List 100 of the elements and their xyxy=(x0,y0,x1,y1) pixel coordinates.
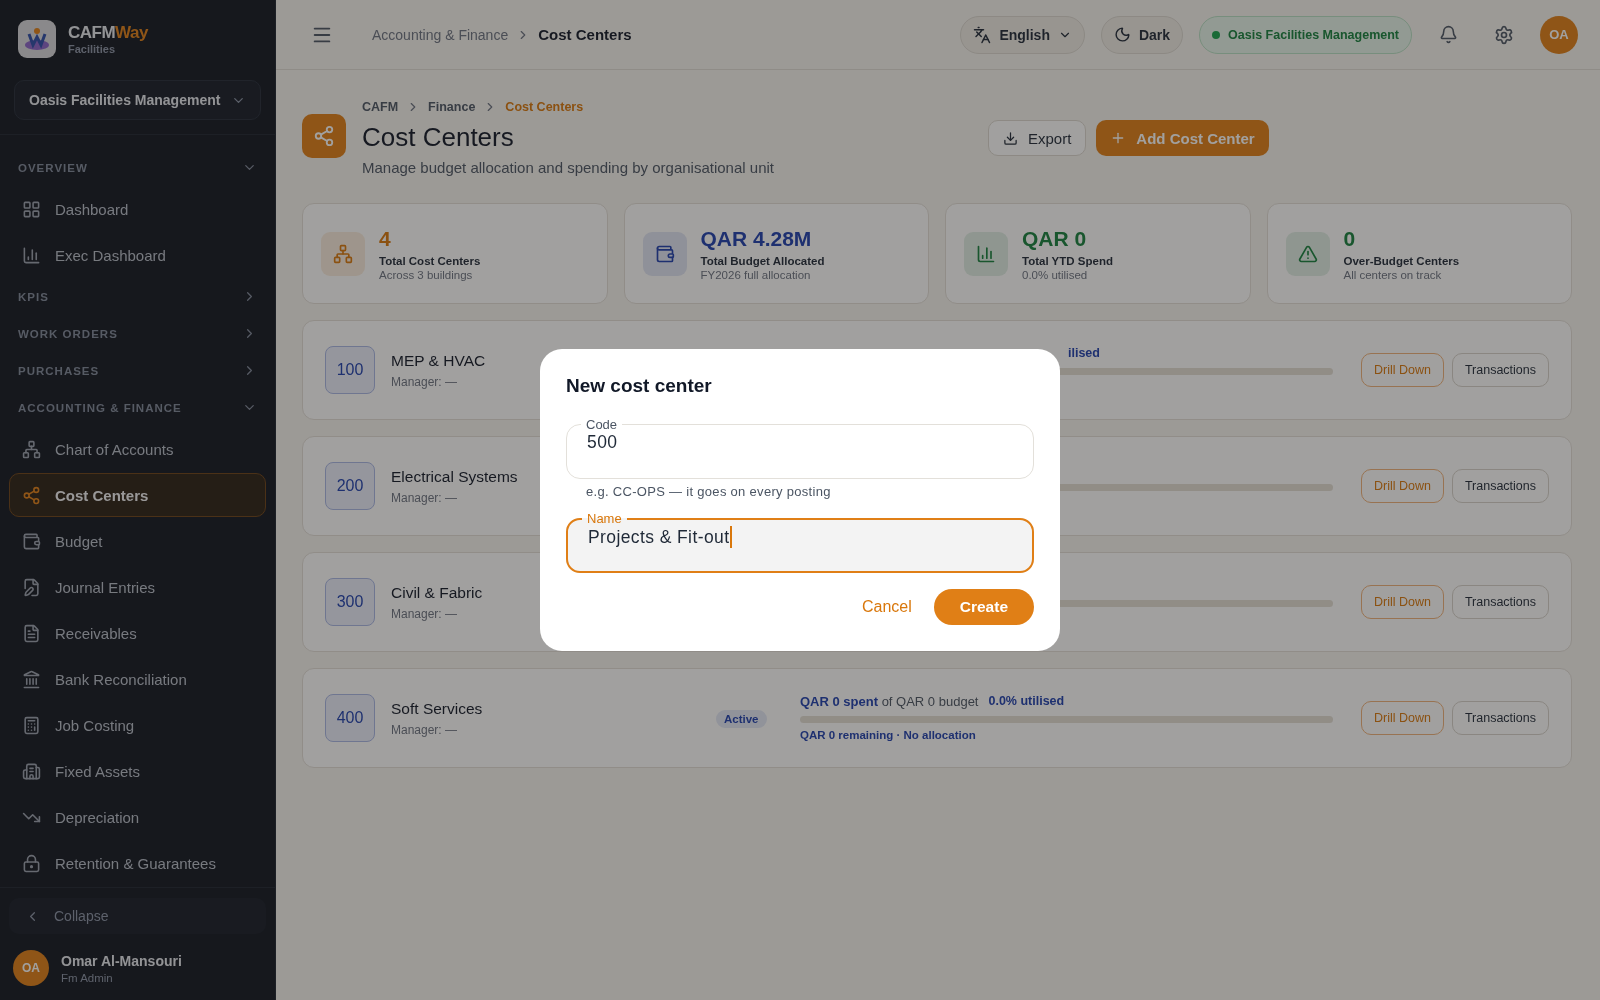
drill-down-button[interactable]: Drill Down xyxy=(1360,585,1444,619)
warning-icon xyxy=(1297,243,1318,264)
status-dot xyxy=(1212,30,1221,39)
network-icon xyxy=(22,485,41,505)
cost-center-name: Soft Services xyxy=(391,699,483,718)
manager-label: Manager: — xyxy=(391,722,458,737)
settings-icon xyxy=(1494,24,1514,45)
bell-icon xyxy=(1438,25,1458,44)
manager-label: Manager: — xyxy=(391,374,458,389)
stat-caption: FY2026 full allocation xyxy=(700,268,812,281)
language-select[interactable]: English xyxy=(960,15,1085,54)
stat-value: 4 xyxy=(379,226,392,251)
breadcrumb-item: Cost Centers xyxy=(538,26,632,43)
breadcrumb-item[interactable]: Accounting & Finance xyxy=(372,26,509,43)
cost-center-code: 300 xyxy=(325,578,375,626)
network-icon xyxy=(302,114,346,158)
cost-center-name: Electrical Systems xyxy=(391,467,518,486)
brand-name: CAFMWay xyxy=(68,23,148,42)
grid-icon xyxy=(22,199,41,219)
bar-chart-icon xyxy=(22,245,41,265)
stat-label: Total YTD Spend xyxy=(1022,254,1113,267)
nav-section[interactable]: KPIS xyxy=(9,278,266,315)
breadcrumb-item: Cost Centers xyxy=(505,100,584,114)
drill-down-button[interactable]: Drill Down xyxy=(1360,469,1444,503)
nav-section[interactable]: OVERVIEW xyxy=(9,149,266,186)
nav-section[interactable]: PURCHASES xyxy=(9,352,266,389)
nav-item[interactable]: Depreciation xyxy=(9,795,266,839)
nav-section[interactable]: WORK ORDERS xyxy=(9,315,266,352)
organization-select[interactable]: Oasis Facilities Management xyxy=(14,80,261,120)
stat-value: QAR 4.28M xyxy=(700,226,813,251)
status-badge: Active xyxy=(716,709,767,728)
create-button[interactable]: Create xyxy=(933,589,1034,625)
text-field[interactable]: Name Projects & Fit-out xyxy=(566,511,1034,573)
utilisation-text: ilised xyxy=(1068,345,1100,362)
building-icon xyxy=(22,761,41,781)
utilisation-text: 0.0% utilised xyxy=(988,693,1065,710)
stat-caption: 0.0% utilised xyxy=(1022,268,1089,281)
nav-item[interactable]: Journal Entries xyxy=(9,565,266,609)
nav-item[interactable]: Chart of Accounts xyxy=(9,427,266,471)
transactions-button[interactable]: Transactions xyxy=(1451,701,1549,735)
user-avatar[interactable]: OA xyxy=(1540,15,1578,54)
calculator-icon xyxy=(22,715,41,735)
drill-down-button[interactable]: Drill Down xyxy=(1360,701,1444,735)
add-cost-center-button[interactable]: Add Cost Center xyxy=(1096,120,1269,156)
nav-item[interactable]: Job Costing xyxy=(9,703,266,747)
nav-section[interactable]: ACCOUNTING & FINANCE xyxy=(9,389,266,426)
breadcrumb-item[interactable]: Finance xyxy=(428,100,476,114)
cost-center-code: 400 xyxy=(325,694,375,742)
breadcrumb-item[interactable]: CAFM xyxy=(362,100,399,114)
nav-item[interactable]: Dashboard xyxy=(9,187,266,231)
wallet-icon xyxy=(22,531,41,551)
export-button[interactable]: Export xyxy=(988,120,1087,156)
nav-item[interactable]: Receivables xyxy=(9,611,266,655)
text-field[interactable]: Code 500 xyxy=(566,417,1034,479)
nav-item[interactable]: Budget xyxy=(9,519,266,563)
bank-icon xyxy=(22,669,41,689)
transactions-button[interactable]: Transactions xyxy=(1451,469,1549,503)
invoice-icon xyxy=(22,623,41,643)
moon-icon xyxy=(1113,26,1131,43)
cancel-button[interactable]: Cancel xyxy=(851,589,922,625)
stat-value: 0 xyxy=(1343,226,1357,251)
nav-item[interactable]: Cost Centers xyxy=(9,473,266,517)
collapse-button[interactable]: Collapse xyxy=(9,898,266,934)
page-title: Cost Centers xyxy=(362,122,515,153)
helper-text: e.g. CC-OPS — it goes on every posting xyxy=(586,484,832,499)
wallet-icon xyxy=(654,243,675,264)
nav-item[interactable]: Retention & Guarantees xyxy=(9,841,266,885)
hierarchy-icon xyxy=(333,243,353,264)
stat-caption: All centers on track xyxy=(1343,268,1443,281)
download-icon xyxy=(1003,130,1018,146)
drill-down-button[interactable]: Drill Down xyxy=(1360,353,1444,387)
cost-center-name: Civil & Fabric xyxy=(391,583,483,602)
nav-item[interactable]: Bank Reconciliation xyxy=(9,657,266,701)
page-subtitle: Manage budget allocation and spending by organisational unit xyxy=(362,159,774,176)
cost-center-name: MEP & HVAC xyxy=(391,351,486,370)
remaining-text: QAR 0 remaining · No allocation xyxy=(800,728,976,741)
stat-value: QAR 0 xyxy=(1022,226,1088,251)
transactions-button[interactable]: Transactions xyxy=(1451,353,1549,387)
hierarchy-icon xyxy=(22,439,41,459)
spend-summary: QAR 0 spent of QAR 0 budget xyxy=(800,693,979,710)
theme-toggle[interactable]: Dark xyxy=(1100,15,1184,54)
stat-caption: Across 3 buildings xyxy=(379,268,474,281)
stat-label: Over-Budget Centers xyxy=(1343,254,1460,267)
stat-label: Total Cost Centers xyxy=(379,254,481,267)
cost-center-code: 200 xyxy=(325,462,375,510)
cost-center-code: 100 xyxy=(325,346,375,394)
nav-item[interactable]: Fixed Assets xyxy=(9,749,266,793)
user-role: Fm Admin xyxy=(61,971,114,984)
dialog-title: New cost center xyxy=(566,375,713,397)
manager-label: Manager: — xyxy=(391,606,458,621)
translate-icon xyxy=(973,25,992,44)
organization-badge[interactable]: Oasis Facilities Management xyxy=(1199,15,1412,54)
brand-subtitle: Facilities xyxy=(68,43,117,55)
lock-icon xyxy=(22,853,41,873)
manager-label: Manager: — xyxy=(391,490,458,505)
transactions-button[interactable]: Transactions xyxy=(1451,585,1549,619)
logo-icon xyxy=(18,20,56,58)
nav-item[interactable]: Exec Dashboard xyxy=(9,233,266,277)
user-name: Omar Al-Mansouri xyxy=(61,952,182,969)
stat-label: Total Budget Allocated xyxy=(700,254,825,267)
